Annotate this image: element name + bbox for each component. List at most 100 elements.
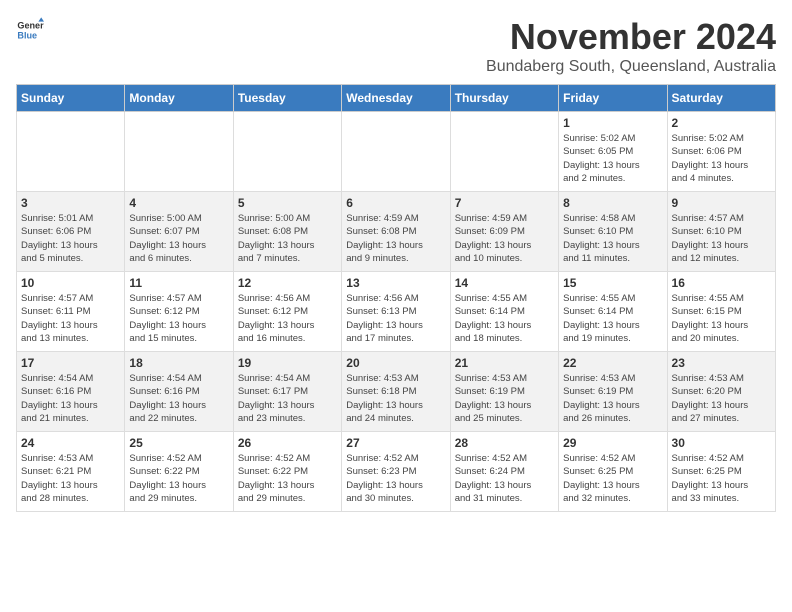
day-number: 26 — [238, 436, 337, 450]
calendar-week-row: 24 Sunrise: 4:53 AM Sunset: 6:21 PM Dayli… — [17, 432, 776, 512]
day-number: 7 — [455, 196, 554, 210]
day-number: 27 — [346, 436, 445, 450]
day-info: Sunrise: 5:01 AM Sunset: 6:06 PM Dayligh… — [21, 212, 120, 265]
day-number: 13 — [346, 276, 445, 290]
calendar-day-cell: 26 Sunrise: 4:52 AM Sunset: 6:22 PM Dayli… — [233, 432, 341, 512]
day-number: 25 — [129, 436, 228, 450]
day-number: 30 — [672, 436, 771, 450]
calendar-day-cell: 2 Sunrise: 5:02 AM Sunset: 6:06 PM Daylig… — [667, 112, 775, 192]
svg-text:General: General — [17, 21, 44, 31]
calendar-day-cell: 5 Sunrise: 5:00 AM Sunset: 6:08 PM Daylig… — [233, 192, 341, 272]
day-number: 17 — [21, 356, 120, 370]
day-number: 5 — [238, 196, 337, 210]
day-number: 11 — [129, 276, 228, 290]
calendar-day-cell — [17, 112, 125, 192]
calendar-header-row: SundayMondayTuesdayWednesdayThursdayFrid… — [17, 85, 776, 112]
calendar-day-cell: 7Sunrise: 4:59 AM Sunset: 6:09 PM Daylig… — [450, 192, 558, 272]
calendar-day-cell: 10 Sunrise: 4:57 AM Sunset: 6:11 PM Dayli… — [17, 272, 125, 352]
day-number: 24 — [21, 436, 120, 450]
day-number: 9 — [672, 196, 771, 210]
calendar-day-cell: 15Sunrise: 4:55 AM Sunset: 6:14 PM Dayli… — [559, 272, 667, 352]
day-info: Sunrise: 4:55 AM Sunset: 6:14 PM Dayligh… — [563, 292, 662, 345]
day-number: 3 — [21, 196, 120, 210]
calendar-week-row: 17 Sunrise: 4:54 AM Sunset: 6:16 PM Dayli… — [17, 352, 776, 432]
day-info: Sunrise: 4:52 AM Sunset: 6:25 PM Dayligh… — [563, 452, 662, 505]
calendar-day-cell — [233, 112, 341, 192]
calendar-day-cell: 14 Sunrise: 4:55 AM Sunset: 6:14 PM Dayli… — [450, 272, 558, 352]
day-info: Sunrise: 4:54 AM Sunset: 6:16 PM Dayligh… — [129, 372, 228, 425]
calendar-day-cell: 25Sunrise: 4:52 AM Sunset: 6:22 PM Dayli… — [125, 432, 233, 512]
day-info: Sunrise: 4:54 AM Sunset: 6:16 PM Dayligh… — [21, 372, 120, 425]
day-number: 14 — [455, 276, 554, 290]
calendar-day-cell: 9Sunrise: 4:57 AM Sunset: 6:10 PM Daylig… — [667, 192, 775, 272]
calendar-day-cell: 18 Sunrise: 4:54 AM Sunset: 6:16 PM Dayli… — [125, 352, 233, 432]
day-info: Sunrise: 4:57 AM Sunset: 6:11 PM Dayligh… — [21, 292, 120, 345]
day-info: Sunrise: 4:53 AM Sunset: 6:21 PM Dayligh… — [21, 452, 120, 505]
weekday-header: Tuesday — [233, 85, 341, 112]
calendar-body: 1 Sunrise: 5:02 AM Sunset: 6:05 PM Daylig… — [17, 112, 776, 512]
subtitle: Bundaberg South, Queensland, Australia — [486, 58, 776, 76]
month-title: November 2024 — [486, 16, 776, 58]
day-info: Sunrise: 4:53 AM Sunset: 6:19 PM Dayligh… — [563, 372, 662, 425]
calendar-day-cell: 29 Sunrise: 4:52 AM Sunset: 6:25 PM Dayli… — [559, 432, 667, 512]
day-number: 6 — [346, 196, 445, 210]
calendar-day-cell — [450, 112, 558, 192]
weekday-header: Friday — [559, 85, 667, 112]
day-info: Sunrise: 4:55 AM Sunset: 6:14 PM Dayligh… — [455, 292, 554, 345]
calendar-day-cell — [342, 112, 450, 192]
calendar-day-cell: 30Sunrise: 4:52 AM Sunset: 6:25 PM Dayli… — [667, 432, 775, 512]
day-number: 12 — [238, 276, 337, 290]
calendar-day-cell: 22 Sunrise: 4:53 AM Sunset: 6:19 PM Dayli… — [559, 352, 667, 432]
day-info: Sunrise: 5:02 AM Sunset: 6:05 PM Dayligh… — [563, 132, 662, 185]
day-number: 8 — [563, 196, 662, 210]
day-info: Sunrise: 4:52 AM Sunset: 6:24 PM Dayligh… — [455, 452, 554, 505]
day-number: 16 — [672, 276, 771, 290]
day-info: Sunrise: 4:53 AM Sunset: 6:19 PM Dayligh… — [455, 372, 554, 425]
weekday-header: Monday — [125, 85, 233, 112]
calendar-day-cell: 13 Sunrise: 4:56 AM Sunset: 6:13 PM Dayli… — [342, 272, 450, 352]
title-area: November 2024 Bundaberg South, Queenslan… — [486, 16, 776, 76]
day-info: Sunrise: 4:56 AM Sunset: 6:12 PM Dayligh… — [238, 292, 337, 345]
day-number: 10 — [21, 276, 120, 290]
day-info: Sunrise: 4:53 AM Sunset: 6:18 PM Dayligh… — [346, 372, 445, 425]
logo: General Blue — [16, 16, 44, 44]
calendar-day-cell: 16Sunrise: 4:55 AM Sunset: 6:15 PM Dayli… — [667, 272, 775, 352]
weekday-header: Thursday — [450, 85, 558, 112]
header: General Blue November 2024 Bundaberg Sou… — [16, 16, 776, 76]
day-info: Sunrise: 4:53 AM Sunset: 6:20 PM Dayligh… — [672, 372, 771, 425]
day-info: Sunrise: 5:02 AM Sunset: 6:06 PM Dayligh… — [672, 132, 771, 185]
day-info: Sunrise: 4:54 AM Sunset: 6:17 PM Dayligh… — [238, 372, 337, 425]
calendar-day-cell: 19 Sunrise: 4:54 AM Sunset: 6:17 PM Dayli… — [233, 352, 341, 432]
calendar-day-cell: 17 Sunrise: 4:54 AM Sunset: 6:16 PM Dayli… — [17, 352, 125, 432]
day-info: Sunrise: 4:58 AM Sunset: 6:10 PM Dayligh… — [563, 212, 662, 265]
svg-text:Blue: Blue — [17, 30, 37, 40]
day-info: Sunrise: 4:52 AM Sunset: 6:23 PM Dayligh… — [346, 452, 445, 505]
day-info: Sunrise: 5:00 AM Sunset: 6:08 PM Dayligh… — [238, 212, 337, 265]
weekday-header: Wednesday — [342, 85, 450, 112]
day-number: 19 — [238, 356, 337, 370]
day-number: 22 — [563, 356, 662, 370]
calendar-table: SundayMondayTuesdayWednesdayThursdayFrid… — [16, 84, 776, 512]
calendar-day-cell: 12 Sunrise: 4:56 AM Sunset: 6:12 PM Dayli… — [233, 272, 341, 352]
day-number: 1 — [563, 116, 662, 130]
day-info: Sunrise: 4:56 AM Sunset: 6:13 PM Dayligh… — [346, 292, 445, 345]
weekday-header: Saturday — [667, 85, 775, 112]
day-info: Sunrise: 4:57 AM Sunset: 6:12 PM Dayligh… — [129, 292, 228, 345]
day-number: 21 — [455, 356, 554, 370]
calendar-day-cell: 20 Sunrise: 4:53 AM Sunset: 6:18 PM Dayli… — [342, 352, 450, 432]
day-info: Sunrise: 4:52 AM Sunset: 6:22 PM Dayligh… — [238, 452, 337, 505]
day-info: Sunrise: 4:59 AM Sunset: 6:08 PM Dayligh… — [346, 212, 445, 265]
day-number: 20 — [346, 356, 445, 370]
calendar-day-cell: 23Sunrise: 4:53 AM Sunset: 6:20 PM Dayli… — [667, 352, 775, 432]
day-number: 29 — [563, 436, 662, 450]
day-number: 2 — [672, 116, 771, 130]
calendar-day-cell: 27 Sunrise: 4:52 AM Sunset: 6:23 PM Dayli… — [342, 432, 450, 512]
calendar-day-cell: 24 Sunrise: 4:53 AM Sunset: 6:21 PM Dayli… — [17, 432, 125, 512]
weekday-header: Sunday — [17, 85, 125, 112]
day-info: Sunrise: 5:00 AM Sunset: 6:07 PM Dayligh… — [129, 212, 228, 265]
calendar-day-cell: 21 Sunrise: 4:53 AM Sunset: 6:19 PM Dayli… — [450, 352, 558, 432]
day-number: 18 — [129, 356, 228, 370]
calendar-day-cell: 1 Sunrise: 5:02 AM Sunset: 6:05 PM Daylig… — [559, 112, 667, 192]
calendar-day-cell: 11 Sunrise: 4:57 AM Sunset: 6:12 PM Dayli… — [125, 272, 233, 352]
calendar-day-cell: 4Sunrise: 5:00 AM Sunset: 6:07 PM Daylig… — [125, 192, 233, 272]
